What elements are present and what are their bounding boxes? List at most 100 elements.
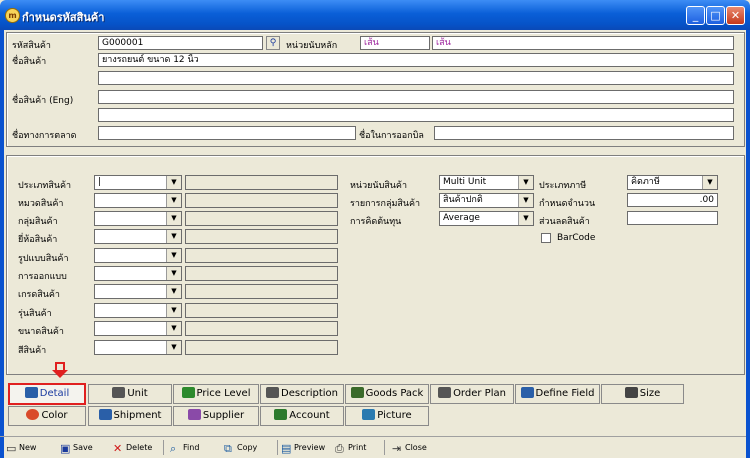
unit-type-label: หน่วยนับสินค้า xyxy=(350,181,407,191)
tab-label: Define Field xyxy=(535,388,595,399)
category-name-field xyxy=(185,193,338,208)
find-button[interactable]: ⌕ Find xyxy=(170,440,199,456)
bill-name-input[interactable] xyxy=(434,126,734,140)
dropdown-arrow-icon[interactable]: ▼ xyxy=(166,249,181,262)
product-type-label: ประเภทสินค้า xyxy=(18,181,72,191)
unit-type-select[interactable]: Multi Unit ▼ xyxy=(439,175,534,190)
dropdown-arrow-icon[interactable]: ▼ xyxy=(166,176,181,189)
group-list-select[interactable]: สินค้าปกติ ▼ xyxy=(439,193,534,208)
dropdown-arrow-icon[interactable]: ▼ xyxy=(702,176,717,189)
truck-icon xyxy=(98,409,112,420)
tab-unit[interactable]: Unit xyxy=(88,384,172,404)
tab-price-level[interactable]: Price Level xyxy=(173,384,259,404)
tax-type-label: ประเภทภาษี xyxy=(539,181,587,191)
tab-label: Description xyxy=(281,388,338,399)
maximize-button[interactable]: □ xyxy=(706,6,725,25)
barcode-checkbox[interactable] xyxy=(541,233,551,243)
unit-input[interactable]: เส้น xyxy=(360,36,430,50)
delete-button[interactable]: ✕ Delete xyxy=(113,440,152,456)
lookup-icon[interactable]: ⚲ xyxy=(266,36,280,50)
dropdown-arrow-icon[interactable]: ▼ xyxy=(166,341,181,354)
print-icon: ⎙ xyxy=(335,442,344,455)
group-name-field xyxy=(185,211,338,226)
tab-define-field[interactable]: Define Field xyxy=(515,384,600,404)
tab-color[interactable]: Color xyxy=(8,406,86,426)
arrow-marker-head-icon xyxy=(52,370,68,378)
tab-goods-pack[interactable]: Goods Pack xyxy=(345,384,429,404)
form-icon xyxy=(520,387,534,398)
brand-select[interactable]: ▼ xyxy=(94,229,182,244)
dropdown-arrow-icon[interactable]: ▼ xyxy=(518,176,533,189)
group-select[interactable]: ▼ xyxy=(94,211,182,226)
tab-picture[interactable]: Picture xyxy=(345,406,429,426)
copy-icon: ⧉ xyxy=(224,442,232,455)
print-button[interactable]: ⎙ Print xyxy=(335,440,366,456)
preview-button[interactable]: ▤ Preview xyxy=(281,440,325,456)
style-label: รูปแบบสินค้า xyxy=(18,254,69,264)
close-button[interactable]: ⇥ Close xyxy=(392,440,427,456)
tab-account[interactable]: Account xyxy=(260,406,344,426)
tab-label: Picture xyxy=(377,410,412,421)
amount-input[interactable]: .00 xyxy=(627,193,718,207)
tab-label: Price Level xyxy=(196,388,251,399)
color-select[interactable]: ▼ xyxy=(94,340,182,355)
tab-label: Order Plan xyxy=(453,388,506,399)
market-name-input[interactable] xyxy=(98,126,356,140)
toolbar-label: Close xyxy=(405,443,427,452)
product-type-select[interactable]: | ▼ xyxy=(94,175,182,190)
name-eng-input[interactable] xyxy=(98,90,734,104)
category-select[interactable]: ▼ xyxy=(94,193,182,208)
code-input[interactable]: G000001 xyxy=(98,36,263,50)
dropdown-arrow-icon[interactable]: ▼ xyxy=(166,212,181,225)
dropdown-arrow-icon[interactable]: ▼ xyxy=(518,194,533,207)
discount-input[interactable] xyxy=(627,211,718,225)
dropdown-arrow-icon[interactable]: ▼ xyxy=(166,194,181,207)
size-name-field xyxy=(185,321,338,336)
toolbar-label: Copy xyxy=(237,443,258,452)
unit-type-value: Multi Unit xyxy=(443,177,487,187)
dropdown-arrow-icon[interactable]: ▼ xyxy=(166,322,181,335)
toolbar-divider xyxy=(0,436,746,437)
tab-shipment[interactable]: Shipment xyxy=(88,406,172,426)
dropdown-arrow-icon[interactable]: ▼ xyxy=(166,304,181,317)
design-select[interactable]: ▼ xyxy=(94,266,182,281)
unit-name-field[interactable]: เส้น xyxy=(432,36,734,50)
tab-order-plan[interactable]: Order Plan xyxy=(430,384,514,404)
dropdown-arrow-icon[interactable]: ▼ xyxy=(166,285,181,298)
new-button[interactable]: ▭ New xyxy=(6,440,36,456)
box-icon xyxy=(350,387,364,398)
costing-select[interactable]: Average ▼ xyxy=(439,211,534,226)
window-title: กำหนดรหัสสินค้า xyxy=(22,11,105,24)
dropdown-arrow-icon[interactable]: ▼ xyxy=(166,230,181,243)
style-select[interactable]: ▼ xyxy=(94,248,182,263)
delete-icon: ✕ xyxy=(113,442,123,455)
tax-type-select[interactable]: คิดภาษี ▼ xyxy=(627,175,718,190)
grade-select[interactable]: ▼ xyxy=(94,284,182,299)
close-window-button[interactable]: ✕ xyxy=(726,6,745,25)
dropdown-arrow-icon[interactable]: ▼ xyxy=(166,267,181,280)
minimize-button[interactable]: _ xyxy=(686,6,705,25)
size-select[interactable]: ▼ xyxy=(94,321,182,336)
title-bar[interactable] xyxy=(0,0,750,30)
color-label: สีสินค้า xyxy=(18,346,47,356)
size-icon xyxy=(624,387,638,398)
name-input[interactable]: ยางรถยนต์ ขนาด 12 นิ้ว xyxy=(98,53,734,67)
tab-size[interactable]: Size xyxy=(601,384,684,404)
tab-supplier[interactable]: Supplier xyxy=(173,406,259,426)
copy-button[interactable]: ⧉ Copy xyxy=(224,440,257,456)
model-select[interactable]: ▼ xyxy=(94,303,182,318)
toolbar-label: Preview xyxy=(294,443,326,452)
toolbar-label: Delete xyxy=(126,443,153,452)
model-label: รุ่นสินค้า xyxy=(18,309,52,319)
save-button[interactable]: ▣ Save xyxy=(60,440,93,456)
tab-description[interactable]: Description xyxy=(260,384,344,404)
palette-icon xyxy=(26,409,40,420)
dropdown-arrow-icon[interactable]: ▼ xyxy=(518,212,533,225)
toolbar-separator xyxy=(384,440,385,455)
tab-label: Supplier xyxy=(202,410,245,421)
name-eng-input-line2[interactable] xyxy=(98,108,734,122)
name-input-line2[interactable] xyxy=(98,71,734,85)
product-type-name-field xyxy=(185,175,338,190)
costing-label: การคิดต้นทุน xyxy=(350,217,402,227)
picture-icon xyxy=(362,409,376,420)
